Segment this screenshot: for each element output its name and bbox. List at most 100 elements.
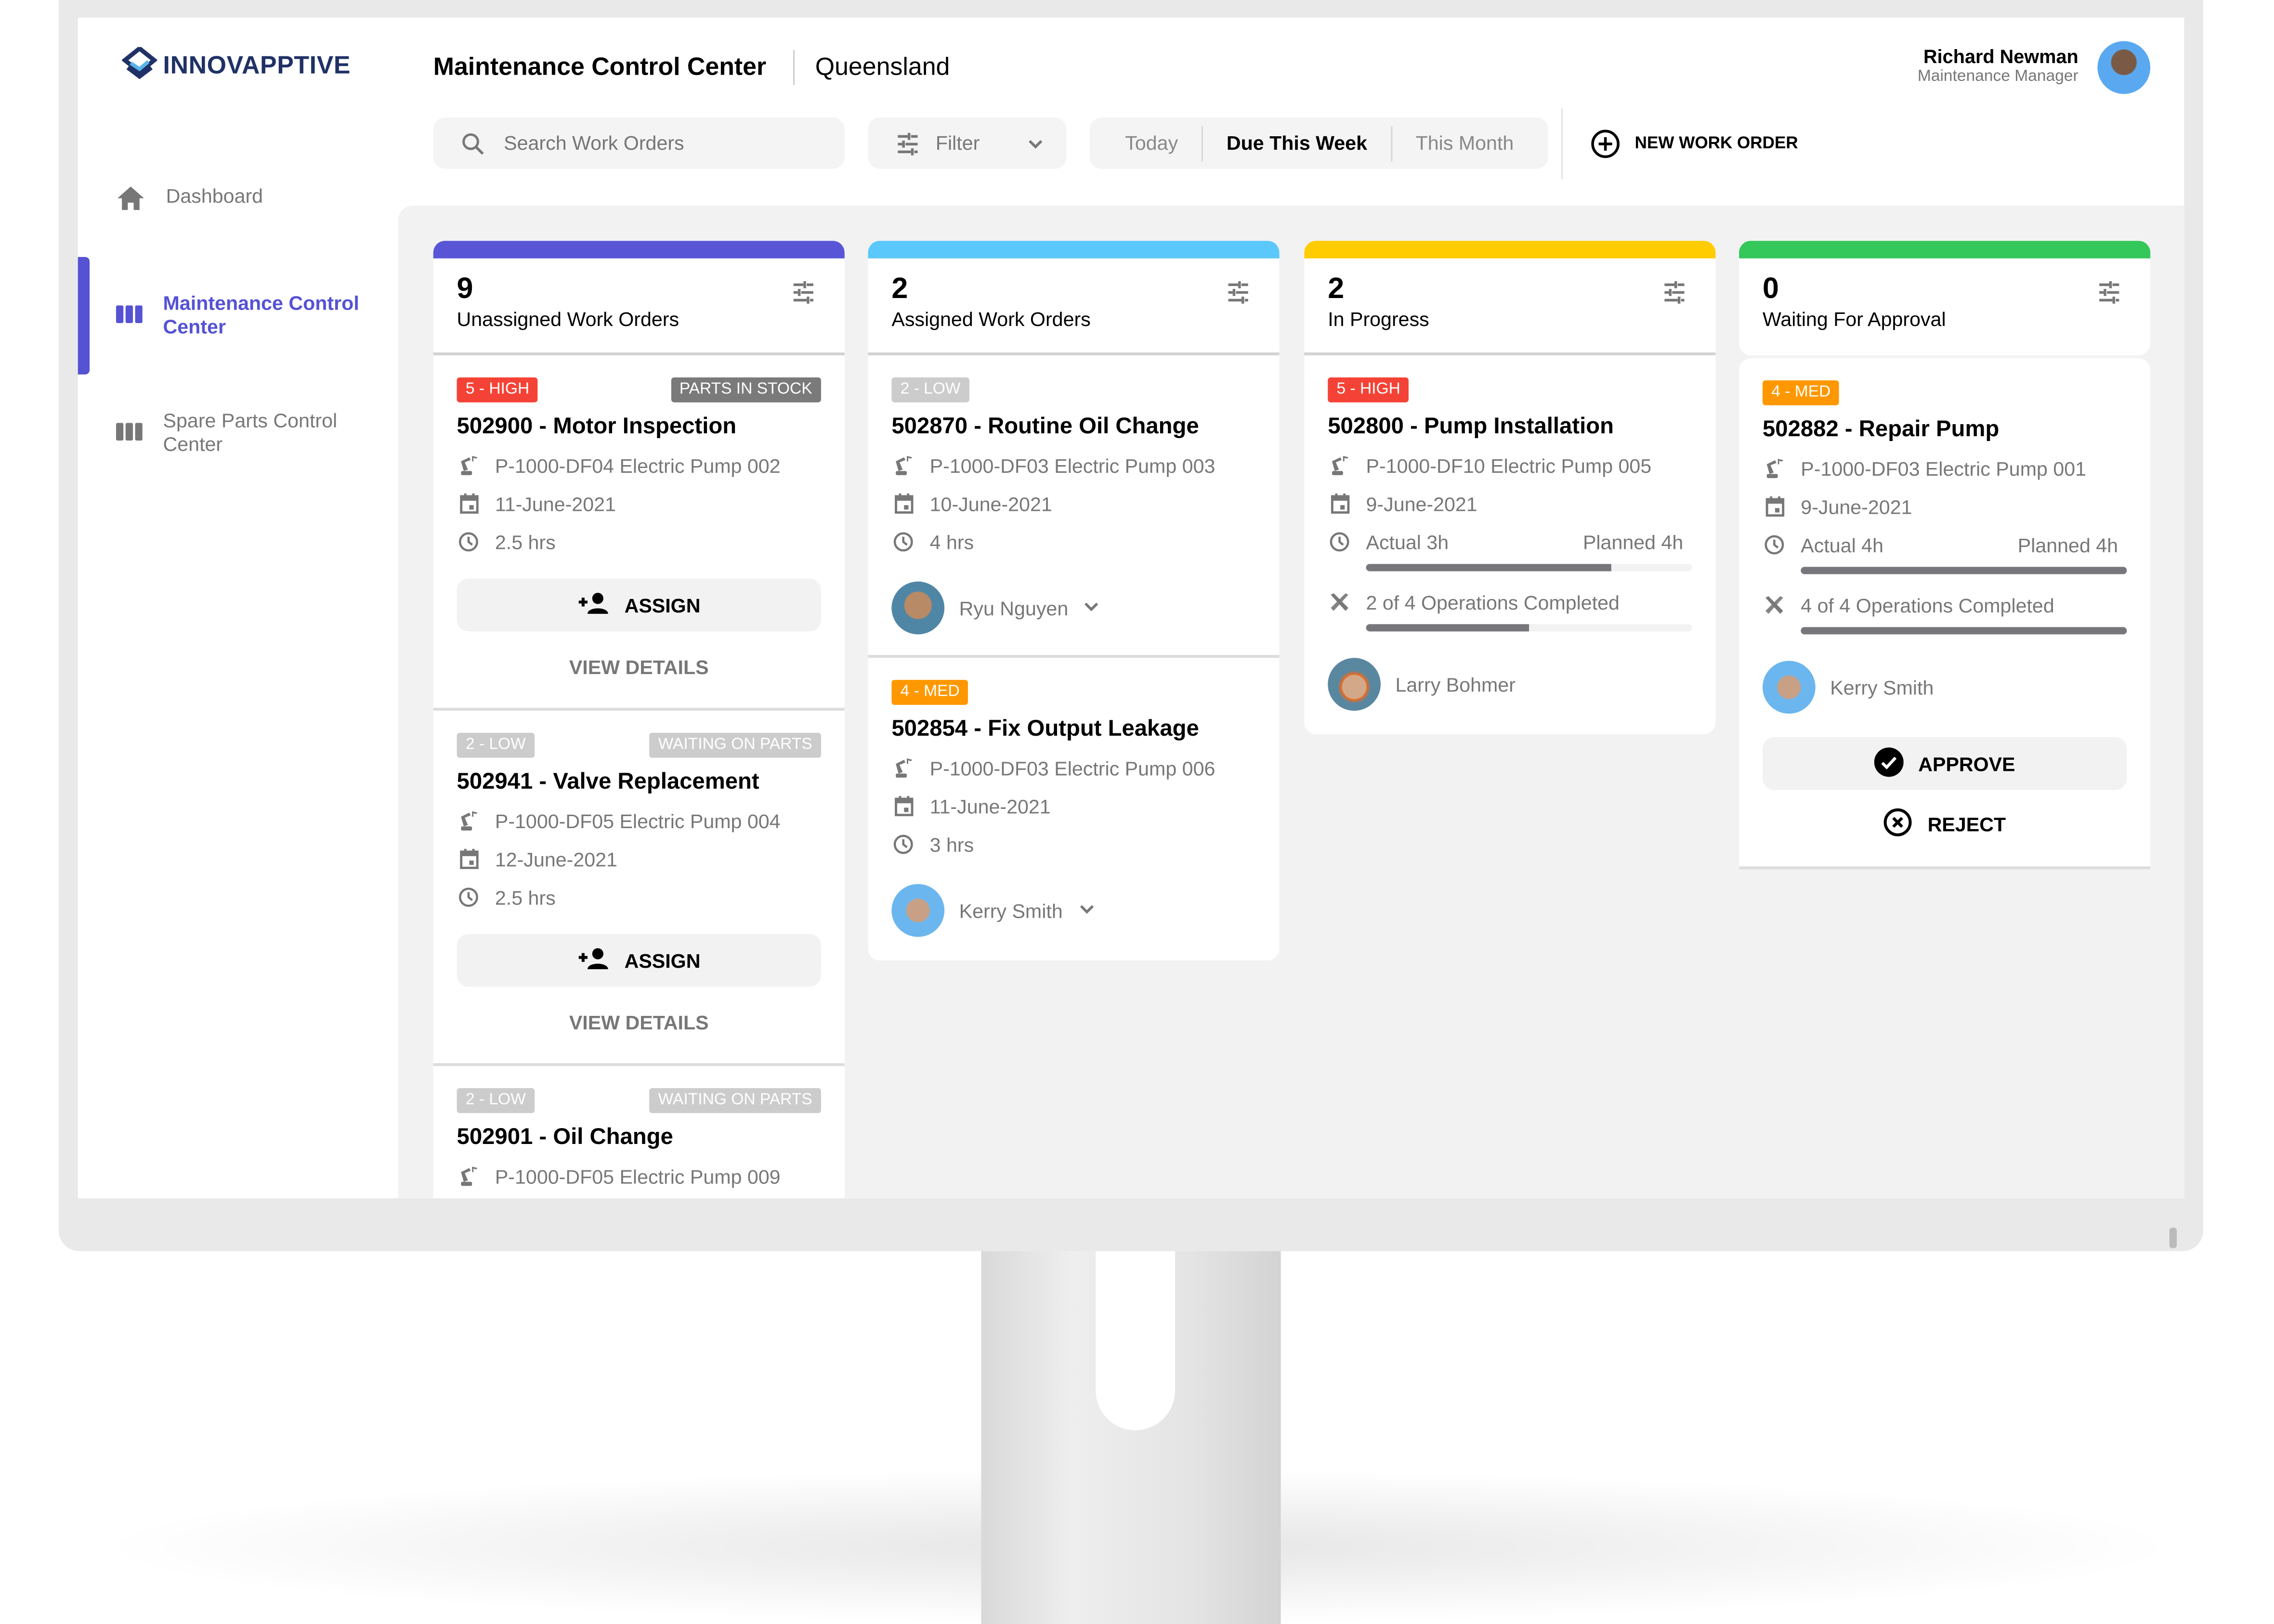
card-badges: 2 - LOW WAITING ON PARTS [457, 1087, 821, 1113]
work-order-card[interactable]: 4 - MED 502882 - Repair Pump P-1000-DF03 E… [1739, 358, 2151, 870]
assignee[interactable]: Kerry Smith [891, 884, 1255, 937]
view-details-button[interactable]: VIEW DETAILS [457, 649, 821, 687]
duration-row: 3 hrs [891, 831, 1255, 857]
work-order-title[interactable]: 502870 - Routine Oil Change [891, 414, 1255, 441]
assignee[interactable]: Larry Bohmer [1328, 658, 1692, 711]
calendar-icon [891, 493, 915, 514]
title-divider [793, 50, 795, 85]
sidebar-item-maintenance-control-center[interactable]: Maintenance Control Center [116, 292, 369, 339]
date-row: 11-June-2021 [891, 793, 1255, 819]
hours-progress-bar [1366, 564, 1692, 572]
column-color-bar [1739, 241, 2151, 259]
new-work-order-label: NEW WORK ORDER [1634, 135, 1798, 153]
search-icon [462, 132, 484, 154]
priority-badge: 2 - LOW [457, 732, 535, 757]
assignee-name: Kerry Smith [1830, 676, 1934, 699]
sidebar-item-dashboard[interactable]: Dashboard [116, 185, 263, 211]
work-order-card[interactable]: 5 - HIGH 502800 - Pump Installation P-1000… [1304, 355, 1716, 734]
assignee-avatar [891, 884, 945, 937]
due-date: 11-June-2021 [495, 493, 616, 515]
tune-icon [898, 132, 918, 155]
add-user-icon [577, 591, 613, 619]
clock-icon [457, 887, 481, 908]
duration-row: 2.5 hrs [457, 529, 821, 555]
sidebar-item-label: Dashboard [166, 185, 263, 208]
range-due-this-week[interactable]: Due This Week [1203, 126, 1391, 161]
work-order-title[interactable]: 502882 - Repair Pump [1763, 417, 2127, 443]
approve-button[interactable]: APPROVE [1763, 737, 2127, 790]
column-label: In Progress [1328, 308, 1429, 331]
scrollbar[interactable] [2169, 1227, 2177, 1248]
work-order-card[interactable]: 2 - LOW 502870 - Routine Oil Change P-1000… [868, 355, 1280, 658]
hours-row: Actual 4h Planned 4h [1763, 532, 2127, 558]
equipment-text: P-1000-DF10 Electric Pump 005 [1366, 454, 1652, 477]
new-work-order-button[interactable]: NEW WORK ORDER [1589, 128, 1798, 160]
logo-text: INNOVAPPTIVE [163, 51, 351, 79]
assignee-avatar [1328, 658, 1381, 711]
column-color-bar [433, 241, 845, 259]
search-box[interactable] [433, 117, 845, 169]
hours-labels: Actual 3h Planned 4h [1366, 531, 1684, 553]
assignee[interactable]: Kerry Smith [1763, 661, 2127, 714]
column-filter-button[interactable] [2094, 279, 2124, 313]
work-order-title[interactable]: 502941 - Valve Replacement [457, 769, 821, 796]
work-order-title[interactable]: 502900 - Motor Inspection [457, 414, 821, 441]
work-order-card[interactable]: 4 - MED 502854 - Fix Output Leakage P-1000… [868, 658, 1280, 961]
work-order-card[interactable]: 2 - LOW WAITING ON PARTS 502941 - Valve Re… [433, 711, 845, 1066]
logo: INNOVAPPTIVE [122, 47, 351, 85]
column-label: Waiting For Approval [1763, 308, 1946, 331]
column-count: 0 [1763, 273, 1779, 306]
search-input[interactable] [501, 130, 830, 156]
calendar-icon [457, 848, 481, 870]
equipment-row: P-1000-DF03 Electric Pump 003 [891, 452, 1255, 479]
work-order-title[interactable]: 502800 - Pump Installation [1328, 414, 1692, 441]
equipment-text: P-1000-DF03 Electric Pump 006 [929, 757, 1215, 780]
kanban-column: 0 Waiting For Approval 4 - MED 502882 - Rep… [1739, 241, 2151, 870]
equipment-row: P-1000-DF05 Electric Pump 004 [457, 808, 821, 834]
view-details-button[interactable]: VIEW DETAILS [457, 1004, 821, 1042]
chevron-down-icon[interactable] [1077, 899, 1095, 922]
assignee[interactable]: Ryu Nguyen [891, 581, 1255, 635]
hours-row: Actual 3h Planned 4h [1328, 529, 1692, 555]
due-date: 9-June-2021 [1366, 493, 1477, 515]
toolbar-divider [1561, 108, 1563, 180]
work-order-title[interactable]: 502854 - Fix Output Leakage [891, 716, 1255, 743]
filter-dropdown[interactable]: Filter [868, 117, 1067, 169]
logo-icon [122, 47, 157, 79]
column-label: Assigned Work Orders [891, 308, 1091, 331]
planned-hours: Planned 4h [1582, 531, 1684, 553]
duration-text: 4 hrs [929, 531, 974, 553]
column-filter-button[interactable] [789, 279, 818, 313]
work-order-card[interactable]: 2 - LOW WAITING ON PARTS 502901 - Oil Chan… [433, 1066, 845, 1198]
assign-button[interactable]: ASSIGN [457, 934, 821, 987]
chevron-down-icon[interactable] [1083, 597, 1101, 619]
column-filter-button[interactable] [1660, 279, 1689, 313]
column-header: 2 In Progress [1304, 258, 1716, 356]
range-today[interactable]: Today [1090, 126, 1202, 161]
column-filter-button[interactable] [1224, 279, 1253, 313]
work-order-title[interactable]: 502901 - Oil Change [457, 1125, 821, 1151]
date-range-selector: Today Due This Week This Month [1090, 117, 1548, 169]
reject-button[interactable]: REJECT [1763, 802, 2127, 846]
sidebar-item-spare-parts-control-center[interactable]: Spare Parts Control Center [116, 410, 354, 457]
assign-button[interactable]: ASSIGN [457, 578, 821, 632]
card-badges: 4 - MED [1763, 379, 2127, 405]
user-info[interactable]: Richard Newman Maintenance Manager [1918, 46, 2078, 85]
equipment-icon [457, 811, 481, 831]
column-header: 9 Unassigned Work Orders [433, 258, 845, 356]
work-order-card[interactable]: 5 - HIGH PARTS IN STOCK 502900 - Motor Ins… [433, 355, 845, 711]
region-label[interactable]: Queensland [815, 53, 950, 82]
tools-icon [1328, 592, 1351, 612]
user-avatar[interactable] [2097, 41, 2151, 94]
equipment-icon [1763, 458, 1786, 479]
cancel-circle-icon [1883, 807, 1913, 841]
range-this-month[interactable]: This Month [1392, 126, 1537, 161]
operations-progress-bar [1801, 627, 2127, 635]
column-count: 2 [891, 273, 908, 306]
duration-row: 4 hrs [891, 529, 1255, 555]
hours-progress-fill [1801, 567, 2127, 574]
assignee-avatar [891, 581, 945, 635]
reject-label: REJECT [1927, 813, 2006, 835]
hours-labels: Actual 4h Planned 4h [1801, 534, 2118, 556]
monitor-stand-cutout [1096, 1251, 1175, 1430]
